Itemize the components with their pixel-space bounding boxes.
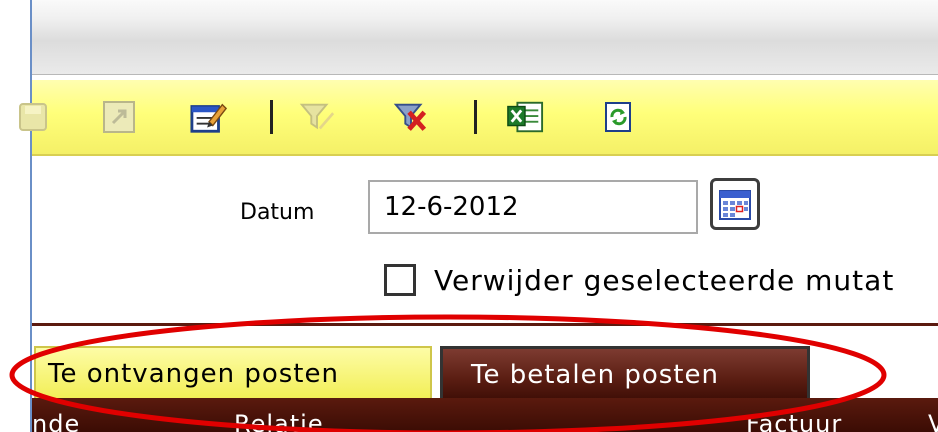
filter-icon [299,103,335,130]
clear-filter-button[interactable] [392,98,430,136]
filter-button[interactable] [298,98,336,136]
edit-icon [190,103,228,133]
delete-mutations-label: Verwijder geselecteerde mutat [434,263,895,297]
tab-te-betalen-posten[interactable]: Te betalen posten [440,346,810,400]
toolbar-separator [270,100,273,134]
open-icon [103,101,135,133]
delete-mutations-row: Verwijder geselecteerde mutat [384,260,894,300]
delete-mutations-checkbox[interactable] [384,264,416,296]
refresh-icon [605,102,631,132]
column-header-factuur[interactable]: Factuur [746,410,842,432]
refresh-button[interactable] [600,98,638,136]
excel-export-icon [507,101,544,133]
open-button[interactable] [100,98,138,136]
calendar-icon [719,190,751,220]
date-label: Datum [240,200,315,225]
edit-button[interactable] [190,98,228,136]
date-input[interactable]: 12-6-2012 [368,180,698,234]
table-header: nde Relatie Factuur V [32,398,938,432]
save-icon [19,103,47,131]
tab-te-ontvangen-posten[interactable]: Te ontvangen posten [34,346,432,400]
filter-form: Datum 12-6-2012 Verwijder geselecteerde … [32,156,938,326]
excel-export-button[interactable] [506,98,544,136]
clear-filter-icon [393,103,427,131]
column-header-relatie[interactable]: Relatie [234,410,324,432]
toolbar [19,80,938,156]
column-header[interactable]: V [928,410,938,432]
save-button[interactable] [14,98,52,136]
toolbar-separator [474,100,477,134]
app-window: Datum 12-6-2012 Verwijder geselecteerde … [0,0,938,432]
title-bar [32,0,938,75]
calendar-button[interactable] [710,178,760,230]
column-header[interactable]: nde [32,410,80,432]
